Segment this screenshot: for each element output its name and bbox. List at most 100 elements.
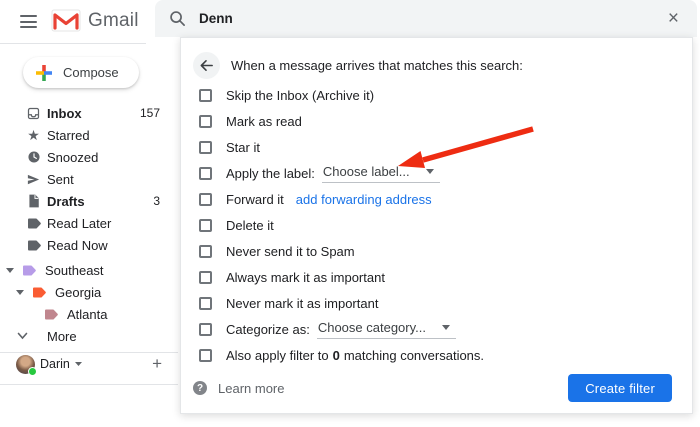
dropdown-value: Choose label... <box>323 164 410 179</box>
option-label: Skip the Inbox (Archive it) <box>226 88 374 103</box>
collapse-arrow-icon[interactable] <box>16 290 24 295</box>
sidebar-item-label: Sent <box>47 172 160 187</box>
checkbox[interactable] <box>199 167 212 180</box>
checkbox[interactable] <box>199 141 212 154</box>
filter-option-always-important[interactable]: Always mark it as important <box>181 264 692 290</box>
close-icon[interactable]: × <box>664 9 683 28</box>
sidebar-label-name: Atlanta <box>67 307 107 322</box>
gmail-logo: Gmail <box>51 9 139 32</box>
sidebar-item-label: Read Later <box>47 216 160 231</box>
unread-count: 157 <box>140 106 160 120</box>
sidebar-item-label: Snoozed <box>47 150 160 165</box>
sidebar-item-label: Read Now <box>47 238 160 253</box>
filter-option-forward[interactable]: Forward it add forwarding address <box>181 186 692 212</box>
sidebar-item-sent[interactable]: Sent <box>0 168 178 190</box>
label-tag-icon <box>44 309 58 320</box>
sidebar-label-atlanta[interactable]: Atlanta <box>0 303 178 325</box>
hamburger-menu-icon[interactable] <box>20 15 37 28</box>
sidebar-label-georgia[interactable]: Georgia <box>0 281 178 303</box>
dropdown-caret-icon <box>442 325 450 330</box>
search-bar[interactable]: Denn × <box>155 0 697 37</box>
sidebar-item-snoozed[interactable]: Snoozed <box>0 146 178 168</box>
back-arrow-icon <box>199 58 214 73</box>
dropdown-caret-icon <box>426 169 434 174</box>
option-label: Never mark it as important <box>226 296 378 311</box>
user-name: Darin <box>40 357 70 371</box>
checkbox[interactable] <box>199 193 212 206</box>
checkbox[interactable] <box>199 271 212 284</box>
dialog-header: When a message arrives that matches this… <box>193 50 692 80</box>
sidebar-item-read-later[interactable]: Read Later <box>0 212 178 234</box>
unread-count: 3 <box>153 194 160 208</box>
label-tag-icon <box>22 265 36 276</box>
sidebar-item-starred[interactable]: ★ Starred <box>0 124 178 146</box>
filter-options-dialog: When a message arrives that matches this… <box>180 37 693 414</box>
sidebar-item-drafts[interactable]: Drafts 3 <box>0 190 178 212</box>
checkbox[interactable] <box>199 297 212 310</box>
user-account-row[interactable]: Darin + <box>0 351 178 377</box>
inbox-icon <box>26 106 41 121</box>
label-tag-icon <box>26 238 41 253</box>
draft-file-icon <box>26 194 41 209</box>
sidebar-item-label: Drafts <box>47 194 153 209</box>
filter-option-never-important[interactable]: Never mark it as important <box>181 290 692 316</box>
compose-label: Compose <box>63 65 119 80</box>
sidebar-nav: Inbox 157 ★ Starred Snoozed S <box>0 102 178 256</box>
sidebar-item-label: Starred <box>47 128 160 143</box>
sidebar-item-inbox[interactable]: Inbox 157 <box>0 102 178 124</box>
filter-option-never-spam[interactable]: Never send it to Spam <box>181 238 692 264</box>
sidebar-label-southeast[interactable]: Southeast <box>0 259 178 281</box>
gmail-envelope-icon <box>51 9 81 32</box>
filter-option-categorize[interactable]: Categorize as: Choose category... <box>181 316 692 342</box>
option-label: Delete it <box>226 218 274 233</box>
create-filter-button[interactable]: Create filter <box>568 374 672 402</box>
avatar[interactable] <box>16 355 35 374</box>
option-label: Always mark it as important <box>226 270 385 285</box>
chevron-down-icon <box>17 332 28 340</box>
option-label: matching conversations. <box>344 348 484 363</box>
sidebar-divider <box>0 384 178 385</box>
filter-option-apply-label[interactable]: Apply the label: Choose label... <box>181 160 692 186</box>
chevron-down-icon <box>75 362 82 366</box>
search-input[interactable]: Denn <box>199 11 664 26</box>
sidebar-label-name: Southeast <box>45 263 104 278</box>
checkbox[interactable] <box>199 115 212 128</box>
multicolor-plus-icon <box>36 65 52 81</box>
filter-option-delete[interactable]: Delete it <box>181 212 692 238</box>
filter-option-skip-inbox[interactable]: Skip the Inbox (Archive it) <box>181 82 692 108</box>
option-label: Forward it <box>226 192 284 207</box>
add-account-icon[interactable]: + <box>152 354 162 374</box>
learn-more-link[interactable]: Learn more <box>218 381 284 396</box>
label-tag-icon <box>26 216 41 231</box>
filter-option-mark-read[interactable]: Mark as read <box>181 108 692 134</box>
clock-icon <box>26 150 41 165</box>
filter-option-also-apply[interactable]: Also apply filter to 0 matching conversa… <box>181 342 692 368</box>
checkbox[interactable] <box>199 219 212 232</box>
sidebar: Compose Inbox 157 ★ Starred <box>0 44 178 427</box>
collapse-arrow-icon[interactable] <box>6 268 14 273</box>
star-icon: ★ <box>26 128 41 143</box>
matching-count: 0 <box>333 348 340 363</box>
option-label: Apply the label: <box>226 166 315 181</box>
label-tag-icon <box>32 287 46 298</box>
option-label: Never send it to Spam <box>226 244 355 259</box>
online-status-dot <box>28 367 37 376</box>
sidebar-label-name: Georgia <box>55 285 101 300</box>
checkbox[interactable] <box>199 323 212 336</box>
checkbox[interactable] <box>199 89 212 102</box>
compose-button[interactable]: Compose <box>23 57 139 88</box>
choose-category-dropdown[interactable]: Choose category... <box>317 320 456 339</box>
sidebar-item-read-now[interactable]: Read Now <box>0 234 178 256</box>
send-icon <box>26 172 41 187</box>
back-button[interactable] <box>193 52 220 79</box>
checkbox[interactable] <box>199 245 212 258</box>
add-forwarding-address-link[interactable]: add forwarding address <box>296 192 432 207</box>
sidebar-item-label: Inbox <box>47 106 140 121</box>
option-label: Mark as read <box>226 114 302 129</box>
choose-label-dropdown[interactable]: Choose label... <box>322 164 440 183</box>
checkbox[interactable] <box>199 349 212 362</box>
sidebar-item-more[interactable]: More <box>0 325 178 347</box>
filter-option-star-it[interactable]: Star it <box>181 134 692 160</box>
app-title: Gmail <box>88 10 139 32</box>
help-icon[interactable]: ? <box>193 381 207 395</box>
